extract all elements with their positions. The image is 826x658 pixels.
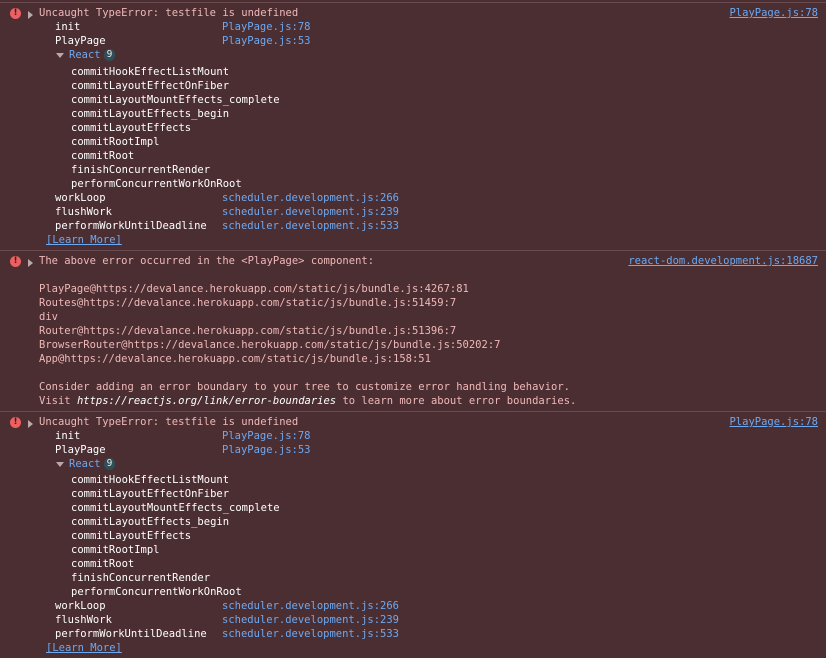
stack-frame-name: init [55, 21, 81, 33]
stack-frame-name: flushWork [55, 206, 112, 218]
error-message[interactable]: Uncaught TypeError: testfile is undefine… [39, 6, 298, 20]
react-group-count-badge: 9 [103, 458, 116, 470]
react-frame: finishConcurrentRender [71, 164, 211, 176]
stack-frame-name: performWorkUntilDeadline [55, 628, 207, 640]
react-group-label: React [69, 49, 101, 61]
console-error-entry: ! Uncaught TypeError: testfile is undefi… [0, 2, 826, 250]
stack-frame-name: PlayPage [55, 444, 106, 456]
learn-more-link[interactable]: [Learn More] [46, 233, 122, 247]
error-icon: ! [10, 417, 21, 428]
stack-frame-name: workLoop [55, 600, 106, 612]
error-icon: ! [10, 8, 21, 19]
stack-frame-link[interactable]: PlayPage.js:53 [222, 443, 311, 457]
react-frame: finishConcurrentRender [71, 572, 211, 584]
stack-frame-link[interactable]: scheduler.development.js:266 [222, 599, 399, 613]
stack-frame-name: flushWork [55, 614, 112, 626]
error-boundary-advice: Consider adding an error boundary to you… [39, 381, 571, 393]
react-frame: commitHookEffectListMount [71, 66, 230, 78]
error-message[interactable]: The above error occurred in the <PlayPag… [39, 254, 374, 268]
component-stack-line: Routes@https://devalance.herokuapp.com/s… [39, 297, 457, 309]
react-frame: performConcurrentWorkOnRoot [71, 586, 242, 598]
component-stack-line: App@https://devalance.herokuapp.com/stat… [39, 353, 431, 365]
stack-frame-link[interactable]: scheduler.development.js:533 [222, 627, 399, 641]
error-source-link[interactable]: react-dom.development.js:18687 [628, 254, 818, 268]
visit-prefix: Visit [39, 395, 77, 407]
react-frame: commitRoot [71, 558, 135, 570]
visit-suffix: to learn more about error boundaries. [336, 395, 577, 407]
react-frame: commitLayoutEffectOnFiber [71, 488, 230, 500]
stack-frame-name: performWorkUntilDeadline [55, 220, 207, 232]
stack-frame-name: PlayPage [55, 35, 106, 47]
stack-frame-link[interactable]: PlayPage.js:53 [222, 34, 311, 48]
react-group-label: React [69, 458, 101, 470]
console-error-entry: ! Uncaught TypeError: testfile is undefi… [0, 411, 826, 658]
react-frame: commitLayoutMountEffects_complete [71, 502, 280, 514]
error-boundaries-url[interactable]: https://reactjs.org/link/error-boundarie… [77, 395, 336, 407]
stack-frame-name: init [55, 430, 81, 442]
error-icon: ! [10, 256, 21, 267]
react-group-count-badge: 9 [103, 49, 116, 61]
stack-frame-link[interactable]: PlayPage.js:78 [222, 20, 311, 34]
stack-frame-link[interactable]: scheduler.development.js:239 [222, 205, 399, 219]
react-frame: commitRootImpl [71, 544, 160, 556]
expand-triangle-icon[interactable] [28, 11, 33, 19]
component-stack-line: PlayPage@https://devalance.herokuapp.com… [39, 283, 469, 295]
react-frame: commitLayoutEffects [71, 122, 192, 134]
collapse-triangle-icon[interactable] [56, 462, 64, 467]
react-group-toggle[interactable]: React 9 [69, 457, 116, 471]
error-boundary-visit: Visit https://reactjs.org/link/error-bou… [39, 394, 576, 408]
react-frame: commitHookEffectListMount [71, 474, 230, 486]
stack-frame-name: workLoop [55, 192, 106, 204]
error-message[interactable]: Uncaught TypeError: testfile is undefine… [39, 415, 298, 429]
react-frame: commitLayoutEffects_begin [71, 108, 230, 120]
react-frame: commitRoot [71, 150, 135, 162]
react-frame: commitLayoutEffectOnFiber [71, 80, 230, 92]
stack-frame-link[interactable]: scheduler.development.js:533 [222, 219, 399, 233]
stack-frame-link[interactable]: PlayPage.js:78 [222, 429, 311, 443]
react-group-toggle[interactable]: React 9 [69, 48, 116, 62]
react-frame: commitLayoutEffects [71, 530, 192, 542]
stack-frame-link[interactable]: scheduler.development.js:239 [222, 613, 399, 627]
stack-frame-link[interactable]: scheduler.development.js:266 [222, 191, 399, 205]
react-frame: commitLayoutEffects_begin [71, 516, 230, 528]
component-stack-line: BrowserRouter@https://devalance.herokuap… [39, 339, 501, 351]
react-frame: commitLayoutMountEffects_complete [71, 94, 280, 106]
component-stack-line: Router@https://devalance.herokuapp.com/s… [39, 325, 457, 337]
console-error-entry: ! The above error occurred in the <PlayP… [0, 250, 826, 411]
collapse-triangle-icon[interactable] [56, 53, 64, 58]
error-source-link[interactable]: PlayPage.js:78 [729, 415, 818, 429]
component-stack-line: div [39, 311, 58, 323]
console-panel: ! Uncaught TypeError: testfile is undefi… [0, 0, 826, 658]
expand-triangle-icon[interactable] [28, 420, 33, 428]
error-source-link[interactable]: PlayPage.js:78 [729, 6, 818, 20]
react-frame: commitRootImpl [71, 136, 160, 148]
react-frame: performConcurrentWorkOnRoot [71, 178, 242, 190]
expand-triangle-icon[interactable] [28, 259, 33, 267]
learn-more-link[interactable]: [Learn More] [46, 641, 122, 655]
